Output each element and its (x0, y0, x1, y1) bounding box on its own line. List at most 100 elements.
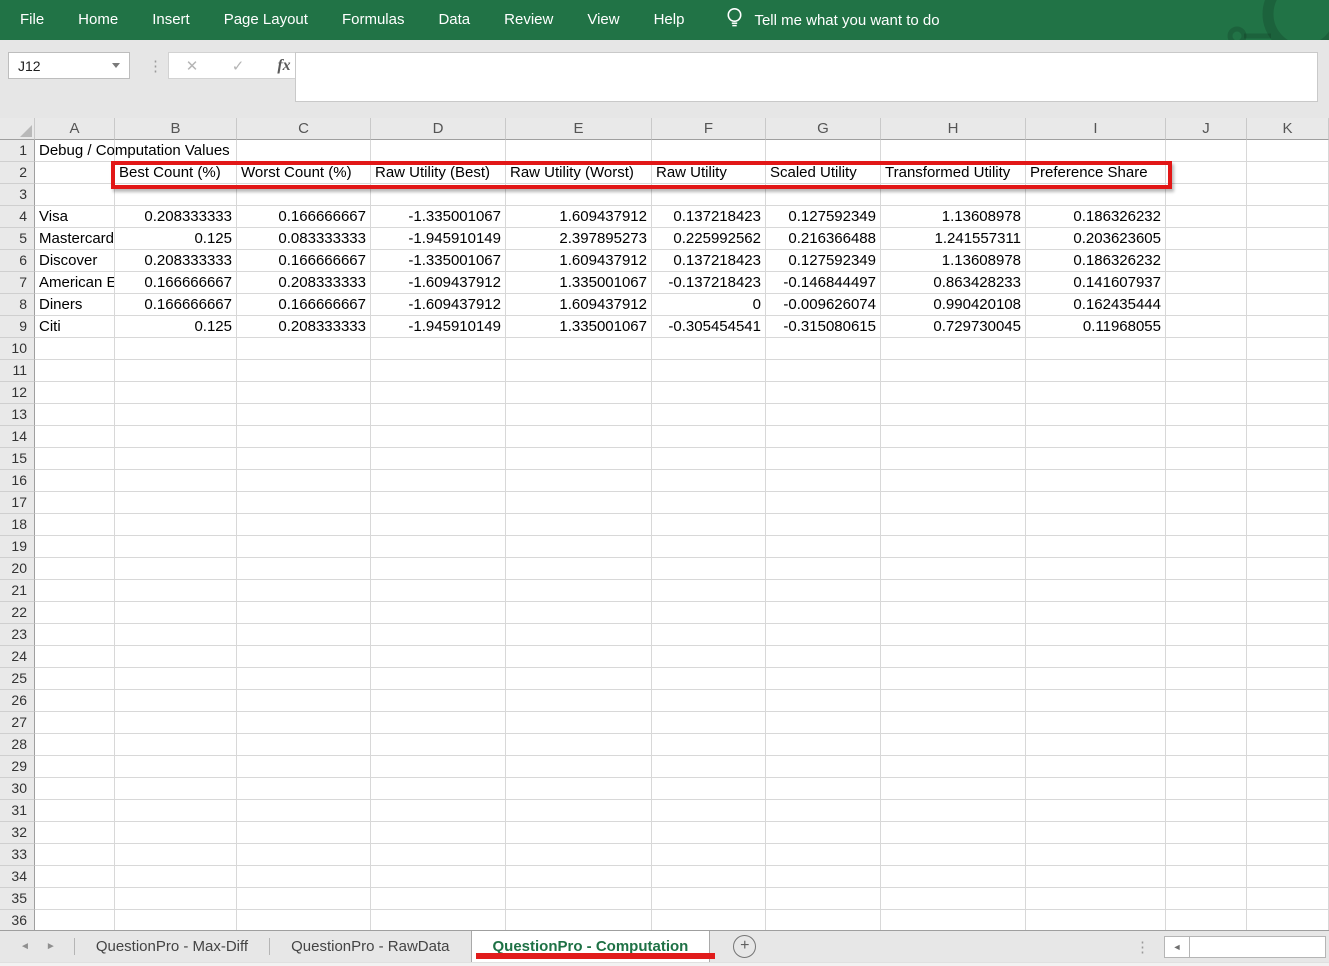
scroll-left-icon[interactable]: ◄ (1164, 936, 1190, 958)
cell-I28[interactable] (1026, 734, 1166, 756)
cell-K31[interactable] (1247, 800, 1329, 822)
row-header-16[interactable]: 16 (0, 470, 35, 492)
cell-E19[interactable] (506, 536, 652, 558)
cell-K25[interactable] (1247, 668, 1329, 690)
cell-J7[interactable] (1166, 272, 1247, 294)
row-header-34[interactable]: 34 (0, 866, 35, 888)
cell-J6[interactable] (1166, 250, 1247, 272)
cell-G8[interactable]: -0.009626074 (766, 294, 881, 316)
cell-A30[interactable] (35, 778, 115, 800)
cell-I26[interactable] (1026, 690, 1166, 712)
cell-A5[interactable]: Mastercard (35, 228, 115, 250)
cell-A29[interactable] (35, 756, 115, 778)
cell-J16[interactable] (1166, 470, 1247, 492)
row-header-9[interactable]: 9 (0, 316, 35, 338)
cell-J25[interactable] (1166, 668, 1247, 690)
row-header-24[interactable]: 24 (0, 646, 35, 668)
cell-E9[interactable]: 1.335001067 (506, 316, 652, 338)
cell-C30[interactable] (237, 778, 371, 800)
cell-D10[interactable] (371, 338, 506, 360)
cell-F4[interactable]: 0.137218423 (652, 206, 766, 228)
cell-G4[interactable]: 0.127592349 (766, 206, 881, 228)
cell-D20[interactable] (371, 558, 506, 580)
cell-J34[interactable] (1166, 866, 1247, 888)
cell-B8[interactable]: 0.166666667 (115, 294, 237, 316)
cell-A6[interactable]: Discover (35, 250, 115, 272)
cell-G9[interactable]: -0.315080615 (766, 316, 881, 338)
cell-A10[interactable] (35, 338, 115, 360)
cell-D35[interactable] (371, 888, 506, 910)
cell-H9[interactable]: 0.729730045 (881, 316, 1026, 338)
row-header-28[interactable]: 28 (0, 734, 35, 756)
cell-G25[interactable] (766, 668, 881, 690)
cell-E18[interactable] (506, 514, 652, 536)
cell-F27[interactable] (652, 712, 766, 734)
cell-G32[interactable] (766, 822, 881, 844)
cell-F21[interactable] (652, 580, 766, 602)
row-header-22[interactable]: 22 (0, 602, 35, 624)
cell-C20[interactable] (237, 558, 371, 580)
row-header-23[interactable]: 23 (0, 624, 35, 646)
cell-E17[interactable] (506, 492, 652, 514)
cell-I9[interactable]: 0.11968055 (1026, 316, 1166, 338)
cell-I29[interactable] (1026, 756, 1166, 778)
cell-A17[interactable] (35, 492, 115, 514)
cancel-icon[interactable]: ✕ (176, 57, 209, 75)
cell-G10[interactable] (766, 338, 881, 360)
cell-B5[interactable]: 0.125 (115, 228, 237, 250)
formula-bar-input[interactable] (295, 52, 1318, 102)
cell-J22[interactable] (1166, 602, 1247, 624)
ribbon-tab-help[interactable]: Help (637, 0, 702, 40)
cell-G24[interactable] (766, 646, 881, 668)
enter-icon[interactable]: ✓ (222, 57, 255, 75)
cell-I15[interactable] (1026, 448, 1166, 470)
cell-C12[interactable] (237, 382, 371, 404)
select-all-corner[interactable] (0, 118, 35, 140)
cell-C14[interactable] (237, 426, 371, 448)
cell-J32[interactable] (1166, 822, 1247, 844)
row-header-33[interactable]: 33 (0, 844, 35, 866)
cell-C13[interactable] (237, 404, 371, 426)
cell-A25[interactable] (35, 668, 115, 690)
cell-E33[interactable] (506, 844, 652, 866)
cell-F10[interactable] (652, 338, 766, 360)
column-header-A[interactable]: A (35, 118, 115, 140)
cell-J10[interactable] (1166, 338, 1247, 360)
row-header-31[interactable]: 31 (0, 800, 35, 822)
cell-D4[interactable]: -1.335001067 (371, 206, 506, 228)
cell-C33[interactable] (237, 844, 371, 866)
row-header-3[interactable]: 3 (0, 184, 35, 206)
cell-E6[interactable]: 1.609437912 (506, 250, 652, 272)
cell-E4[interactable]: 1.609437912 (506, 206, 652, 228)
cell-G31[interactable] (766, 800, 881, 822)
cell-I27[interactable] (1026, 712, 1166, 734)
cell-J26[interactable] (1166, 690, 1247, 712)
cell-F28[interactable] (652, 734, 766, 756)
ribbon-tab-review[interactable]: Review (487, 0, 570, 40)
cell-D29[interactable] (371, 756, 506, 778)
cell-F29[interactable] (652, 756, 766, 778)
cell-D9[interactable]: -1.945910149 (371, 316, 506, 338)
cell-J24[interactable] (1166, 646, 1247, 668)
next-sheet-icon[interactable]: ► (46, 941, 56, 952)
column-header-I[interactable]: I (1026, 118, 1166, 140)
cell-E25[interactable] (506, 668, 652, 690)
cell-H35[interactable] (881, 888, 1026, 910)
cell-H20[interactable] (881, 558, 1026, 580)
cell-A19[interactable] (35, 536, 115, 558)
cell-J30[interactable] (1166, 778, 1247, 800)
cell-I14[interactable] (1026, 426, 1166, 448)
cell-H4[interactable]: 1.13608978 (881, 206, 1026, 228)
cell-J27[interactable] (1166, 712, 1247, 734)
cell-J35[interactable] (1166, 888, 1247, 910)
cell-G1[interactable] (766, 140, 881, 162)
cell-A23[interactable] (35, 624, 115, 646)
cell-I33[interactable] (1026, 844, 1166, 866)
cell-K18[interactable] (1247, 514, 1329, 536)
cell-F14[interactable] (652, 426, 766, 448)
cell-H16[interactable] (881, 470, 1026, 492)
cell-D12[interactable] (371, 382, 506, 404)
cell-H21[interactable] (881, 580, 1026, 602)
row-header-18[interactable]: 18 (0, 514, 35, 536)
cell-B31[interactable] (115, 800, 237, 822)
